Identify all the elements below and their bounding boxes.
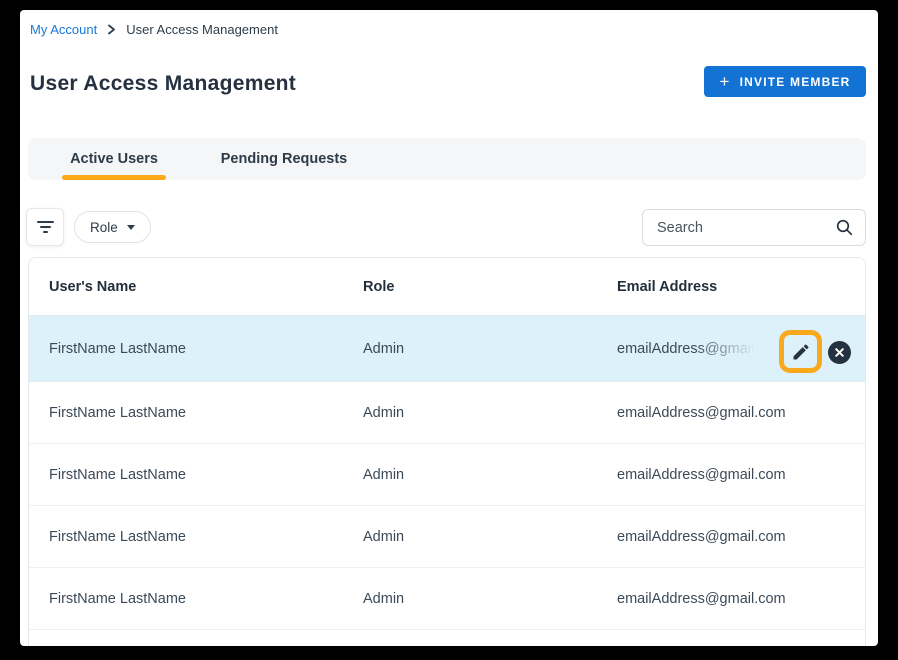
role-dropdown-label: Role [90, 220, 118, 235]
cell-name: FirstName LastName [29, 467, 343, 483]
cell-email: emailAddress@gmail.com [597, 591, 865, 607]
active-tab-underline [62, 175, 166, 180]
column-header-name: User's Name [29, 279, 343, 295]
search-box [642, 209, 866, 246]
column-header-role: Role [343, 279, 597, 295]
table-row-highlighted[interactable]: FirstName LastName Admin emailAddress@gm… [29, 316, 865, 382]
invite-member-button[interactable]: + INVITE MEMBER [704, 66, 866, 97]
cell-name: FirstName LastName [29, 529, 343, 545]
breadcrumb-link-my-account[interactable]: My Account [30, 22, 97, 37]
filter-icon [37, 221, 54, 223]
filter-button[interactable] [26, 208, 64, 246]
page-content: My Account User Access Management User A… [20, 10, 878, 646]
cell-name: FirstName LastName [29, 591, 343, 607]
cell-email: emailAddress@gmail.com [617, 341, 779, 357]
table-row[interactable]: FirstName LastName Admin emailAddress@gm… [29, 444, 865, 506]
role-dropdown[interactable]: Role [74, 211, 151, 243]
cell-email: emailAddress@gmail.com [597, 405, 865, 421]
tab-active-users-label: Active Users [70, 151, 158, 167]
cell-email: emailAddress@gmail.com [597, 467, 865, 483]
tab-active-users[interactable]: Active Users [54, 138, 174, 180]
breadcrumb: My Account User Access Management [30, 22, 278, 37]
cell-name: FirstName LastName [29, 341, 343, 357]
screenshot-frame: My Account User Access Management User A… [0, 0, 898, 660]
plus-icon: + [719, 73, 730, 90]
cell-email: emailAddress@gmail.com [597, 529, 865, 545]
cell-role: Admin [343, 405, 597, 421]
table-row[interactable]: FirstName LastName Admin emailAddress@gm… [29, 506, 865, 568]
cell-role: Admin [343, 467, 597, 483]
search-icon[interactable] [836, 219, 853, 236]
cell-role: Admin [343, 341, 597, 357]
search-input[interactable] [657, 220, 836, 236]
chevron-down-icon [127, 225, 135, 230]
tab-pending-requests[interactable]: Pending Requests [196, 138, 372, 180]
annotation-highlight [779, 330, 822, 373]
table-header-row: User's Name Role Email Address [29, 258, 865, 316]
page-title: User Access Management [30, 72, 296, 96]
cell-role: Admin [343, 529, 597, 545]
chevron-right-icon [107, 24, 116, 35]
remove-user-button[interactable] [828, 341, 851, 364]
table-row[interactable]: FirstName LastName Admin emailAddress@gm… [29, 568, 865, 630]
breadcrumb-current: User Access Management [126, 22, 278, 37]
x-icon [835, 348, 844, 357]
pencil-icon [791, 342, 811, 362]
cell-name: FirstName LastName [29, 405, 343, 421]
column-header-email: Email Address [597, 279, 865, 295]
tab-bar: Active Users Pending Requests [28, 138, 866, 180]
table-row[interactable]: FirstName LastName Admin emailAddress@gm… [29, 382, 865, 444]
tab-pending-requests-label: Pending Requests [221, 151, 348, 167]
edit-user-button[interactable] [784, 335, 817, 368]
invite-member-label: INVITE MEMBER [740, 75, 851, 89]
cell-role: Admin [343, 591, 597, 607]
users-table: User's Name Role Email Address FirstName… [28, 257, 866, 646]
table-row-partial [29, 630, 865, 646]
